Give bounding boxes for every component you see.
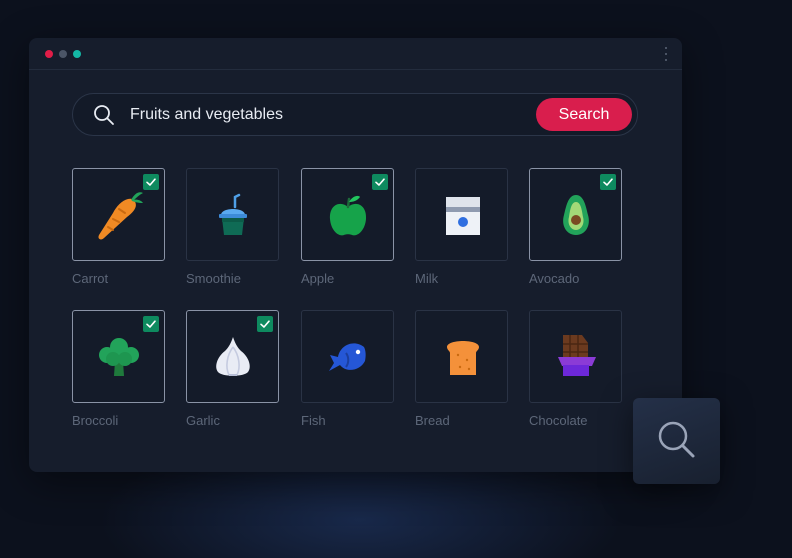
item-tile-avocado[interactable] — [529, 168, 622, 261]
search-icon — [93, 104, 115, 126]
minimize-window-dot[interactable] — [59, 50, 67, 58]
item-label: Bread — [415, 413, 450, 428]
item-label: Garlic — [186, 413, 220, 428]
floating-search-button[interactable] — [633, 398, 720, 484]
search-input[interactable] — [130, 105, 530, 125]
item-label: Fish — [301, 413, 326, 428]
maximize-window-dot[interactable] — [73, 50, 81, 58]
bread-icon — [447, 341, 479, 375]
item-tile-chocolate[interactable] — [529, 310, 622, 403]
item-tile-fish[interactable] — [301, 310, 394, 403]
search-button[interactable]: Search — [536, 98, 632, 131]
item-tile-garlic[interactable] — [186, 310, 279, 403]
fish-icon — [329, 343, 366, 371]
selected-check-icon — [143, 316, 159, 332]
item-label: Avocado — [529, 271, 580, 286]
selected-check-icon — [600, 174, 616, 190]
title-bar — [29, 38, 682, 70]
more-options-icon[interactable] — [664, 47, 668, 61]
item-label: Smoothie — [186, 271, 241, 286]
milk-icon — [446, 197, 480, 235]
search-bar: Search — [72, 93, 638, 136]
chocolate-icon — [558, 335, 596, 376]
selected-check-icon — [257, 316, 273, 332]
item-label: Apple — [301, 271, 335, 286]
close-window-dot[interactable] — [45, 50, 53, 58]
item-tile-apple[interactable] — [301, 168, 394, 261]
item-tile-bread[interactable] — [415, 310, 508, 403]
item-tile-broccoli[interactable] — [72, 310, 165, 403]
item-tile-carrot[interactable] — [72, 168, 165, 261]
selected-check-icon — [143, 174, 159, 190]
item-tile-milk[interactable] — [415, 168, 508, 261]
app-window: Search Carrot Smoothie — [29, 38, 682, 472]
magnifier-icon — [658, 421, 695, 458]
selected-check-icon — [372, 174, 388, 190]
item-label: Broccoli — [72, 413, 119, 428]
smoothie-icon — [219, 193, 247, 235]
item-label: Milk — [415, 271, 439, 286]
stage: Search Carrot Smoothie — [0, 0, 792, 558]
item-label: Chocolate — [529, 413, 588, 428]
item-tile-smoothie[interactable] — [186, 168, 279, 261]
item-label: Carrot — [72, 271, 109, 286]
